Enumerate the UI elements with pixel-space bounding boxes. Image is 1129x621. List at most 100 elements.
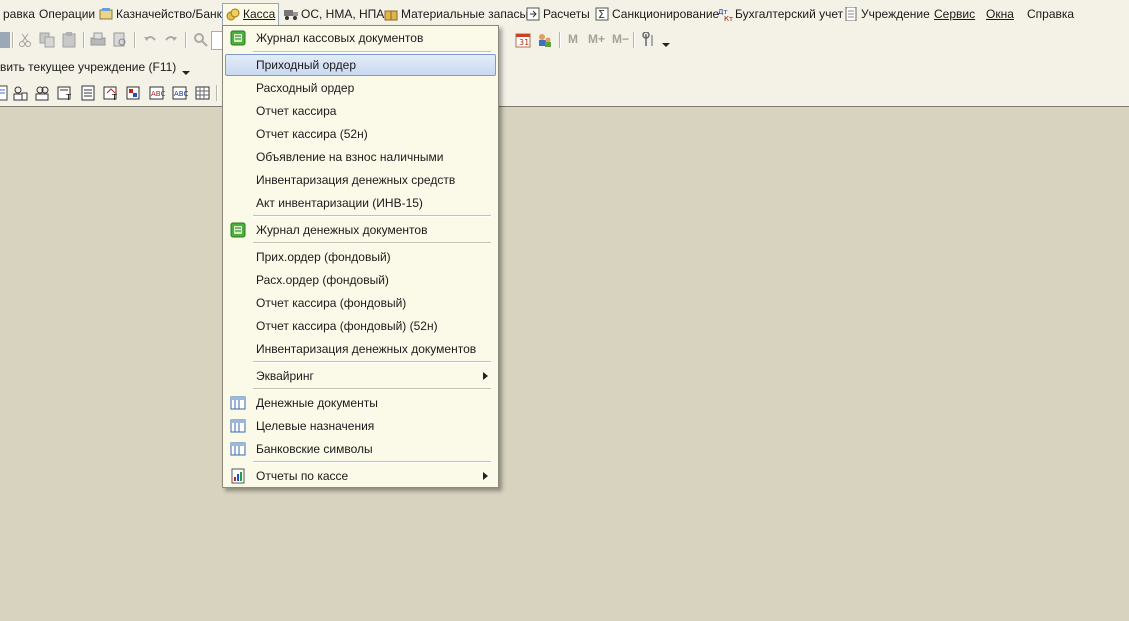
tools-icon[interactable] (641, 31, 657, 48)
menu-help[interactable]: Справка (1024, 3, 1077, 25)
menu-settlements[interactable]: Расчеты (523, 3, 593, 25)
redo-icon[interactable] (163, 32, 179, 48)
chevron-down-icon (182, 71, 191, 75)
memory-plus-button[interactable]: M+ (588, 32, 605, 46)
menu-separator (253, 388, 491, 390)
menu-item-money-docs-inventory[interactable]: Инвентаризация денежных документов (225, 338, 496, 360)
svg-text:Σ: Σ (598, 8, 605, 21)
menu-item-cash-reports[interactable]: Отчеты по кассе (225, 465, 496, 487)
svg-text:Кт: Кт (724, 15, 733, 21)
journal-icon (230, 30, 246, 46)
menu-item-bank-symbols[interactable]: Банковские символы (225, 438, 496, 460)
menu-item-target-purposes[interactable]: Целевые назначения (225, 415, 496, 437)
svg-text:ABC: ABC (174, 90, 188, 98)
doc-abc-icon[interactable]: ABC (149, 85, 165, 101)
menu-bar: равка Операции Казначейство/Банк Касса О… (0, 3, 1129, 25)
menu-separator (253, 51, 491, 53)
catalog-icon (230, 418, 246, 434)
truck-icon (284, 6, 299, 20)
boxes-icon (384, 6, 399, 21)
menu-item-inventory-act[interactable]: Акт инвентаризации (ИНВ-15) (225, 192, 496, 214)
menu-item-money-docs-journal[interactable]: Журнал денежных документов (225, 219, 496, 241)
chevron-down-icon[interactable] (662, 43, 670, 47)
toolbar-separator (83, 32, 85, 48)
doc-t-icon[interactable]: T (57, 85, 73, 102)
journal-icon (230, 222, 246, 238)
report-icon (230, 468, 246, 484)
copy-icon[interactable] (39, 32, 55, 48)
submenu-arrow-icon (483, 372, 488, 380)
menu-item-money-documents[interactable]: Денежные документы (225, 392, 496, 414)
grid-doc-icon[interactable] (195, 85, 211, 101)
group-doc-icon[interactable] (34, 85, 50, 101)
menu-edit[interactable]: равка (0, 3, 38, 25)
documents-toolbar: T T ABC ABC (0, 81, 220, 105)
menu-separator (253, 361, 491, 363)
document-icon (844, 6, 859, 22)
sigma-icon: Σ (595, 6, 610, 21)
menu-item-incoming-order[interactable]: Приходный ордер (225, 54, 496, 76)
menu-service[interactable]: Сервис (931, 3, 978, 25)
doc-abc2-icon[interactable]: ABC (172, 85, 188, 101)
menu-accounting[interactable]: Дт Кт Бухгалтерский учет (715, 3, 846, 25)
toolbar-separator (216, 85, 218, 101)
print-icon[interactable] (90, 32, 106, 48)
print-preview-icon[interactable] (112, 32, 128, 48)
catalog-icon (230, 441, 246, 457)
cash-menu-dropdown: Журнал кассовых документов Приходный орд… (222, 25, 499, 488)
svg-text:T: T (65, 93, 71, 101)
menu-windows[interactable]: Окна (983, 3, 1017, 25)
menu-item-outgoing-order[interactable]: Расходный ордер (225, 77, 496, 99)
catalog-icon (230, 395, 246, 411)
new-icon[interactable] (0, 32, 10, 48)
memory-button[interactable]: M (568, 32, 578, 46)
users-doc-icon[interactable] (12, 85, 28, 101)
menu-operations[interactable]: Операции (36, 3, 98, 25)
menu-item-cash-deposit-notice[interactable]: Объявление на взнос наличными (225, 146, 496, 168)
menu-separator (253, 461, 491, 463)
menu-treasury-bank[interactable]: Казначейство/Банк (96, 3, 225, 25)
menu-item-cash-inventory[interactable]: Инвентаризация денежных средств (225, 169, 496, 191)
menu-item-fund-cashier-report-52n[interactable]: Отчет кассира (фондовый) (52н) (225, 315, 496, 337)
menu-separator (253, 242, 491, 244)
set-current-institution-button[interactable]: вить текущее учреждение (F11) (0, 57, 191, 77)
toolbar-separator (12, 32, 14, 48)
doc-color-icon[interactable] (126, 85, 142, 101)
submenu-arrow-icon (483, 472, 488, 480)
toolbar-separator (633, 32, 635, 48)
doc-lines-icon[interactable] (80, 85, 96, 101)
cut-icon[interactable] (17, 32, 33, 48)
settlements-icon (526, 6, 541, 21)
menu-item-cashier-report[interactable]: Отчет кассира (225, 100, 496, 122)
app-toolbar-area: равка Операции Казначейство/Банк Касса О… (0, 0, 1129, 107)
menu-item-fund-outgoing-order[interactable]: Расх.ордер (фондовый) (225, 269, 496, 291)
menu-fixed-assets[interactable]: ОС, НМА, НПА (281, 3, 387, 25)
menu-institution[interactable]: Учреждение (841, 3, 933, 25)
menu-item-cash-journal[interactable]: Журнал кассовых документов (225, 27, 496, 49)
menu-item-fund-incoming-order[interactable]: Прих.ордер (фондовый) (225, 246, 496, 268)
calendar-icon[interactable]: 31 (515, 32, 531, 48)
menu-item-fund-cashier-report[interactable]: Отчет кассира (фондовый) (225, 292, 496, 314)
menu-sanctioning[interactable]: Σ Санкционирование (592, 3, 722, 25)
menu-item-acquiring[interactable]: Эквайринг (225, 365, 496, 387)
users-icon[interactable] (537, 32, 553, 48)
memory-minus-button[interactable]: M− (612, 32, 629, 46)
doc-icon[interactable] (0, 85, 10, 101)
debit-credit-icon: Дт Кт (718, 6, 733, 23)
toolbar-separator (185, 32, 187, 48)
menu-materials[interactable]: Материальные запасы (381, 3, 531, 25)
svg-text:31: 31 (519, 38, 529, 47)
find-icon[interactable] (193, 32, 209, 48)
menu-separator (253, 215, 491, 217)
coins-icon (226, 7, 241, 21)
set-institution-label: вить текущее учреждение (F11) (0, 60, 177, 74)
toolbar-separator (134, 32, 136, 48)
bank-icon (99, 6, 114, 20)
toolbar-separator (559, 32, 561, 48)
menu-item-cashier-report-52n[interactable]: Отчет кассира (52н) (225, 123, 496, 145)
undo-icon[interactable] (142, 32, 158, 48)
paste-icon[interactable] (61, 32, 77, 48)
svg-text:ABC: ABC (151, 90, 165, 98)
doc-arrow-t-icon[interactable]: T (103, 85, 119, 102)
menu-cash[interactable]: Касса (222, 3, 280, 25)
